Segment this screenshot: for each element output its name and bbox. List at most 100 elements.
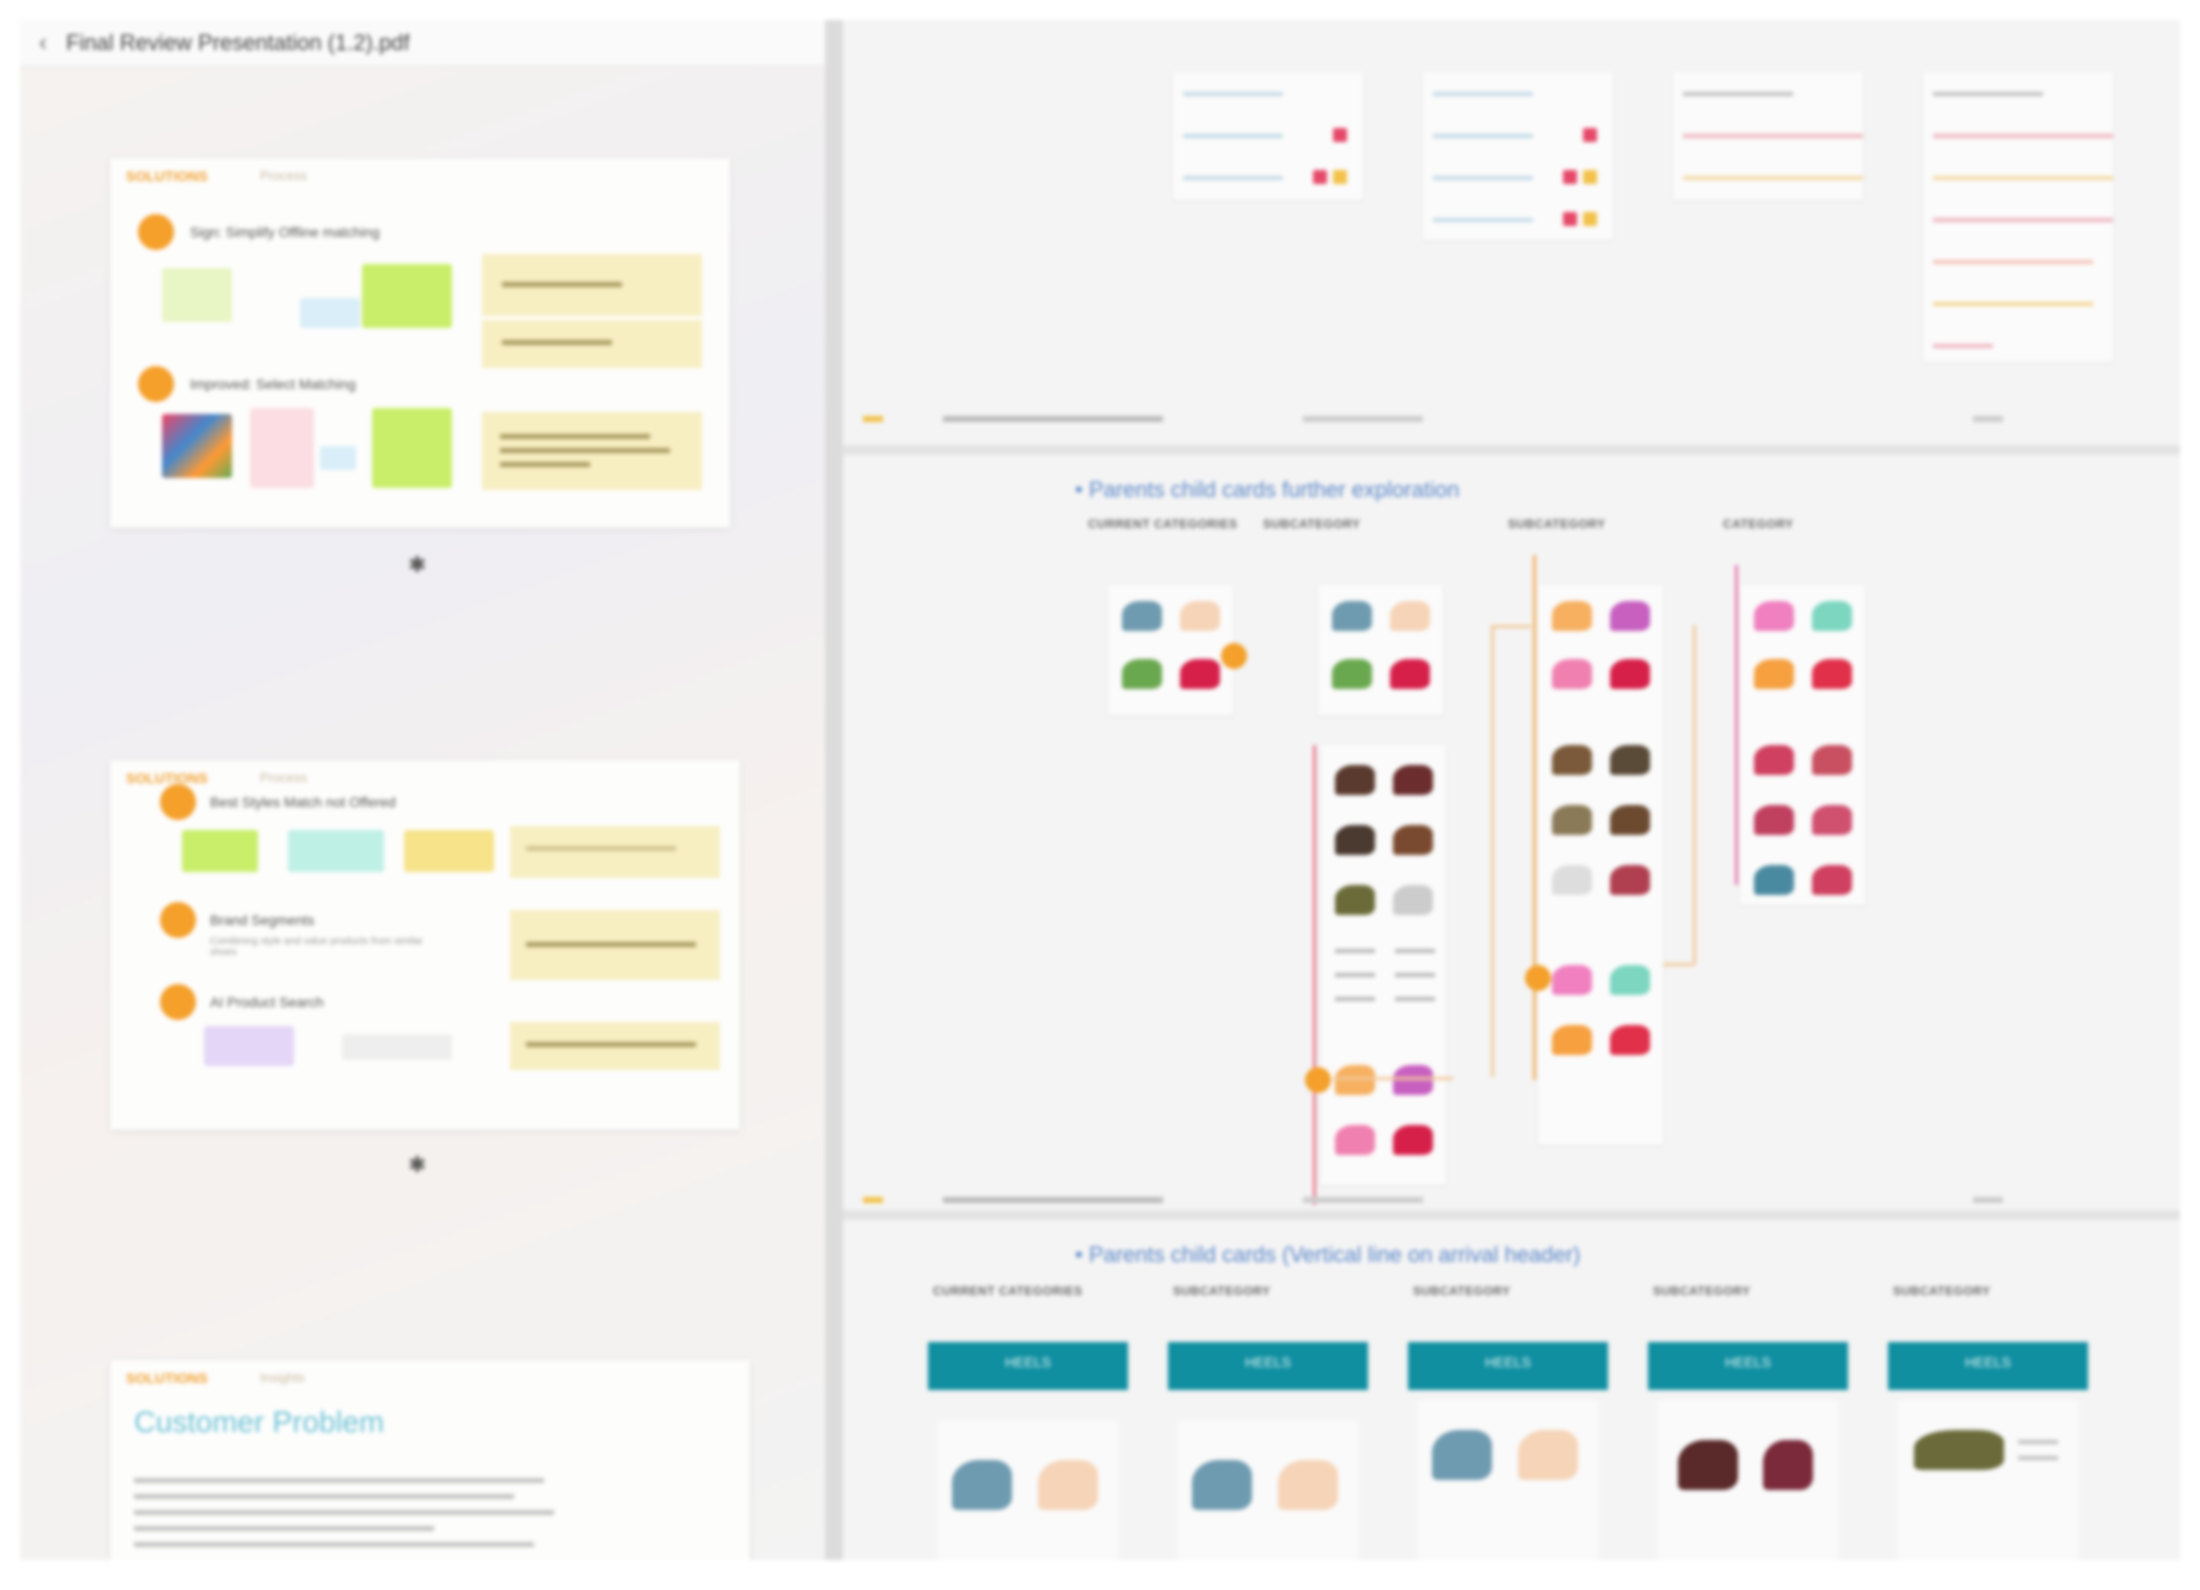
category-header[interactable]: HEELS — [928, 1342, 1128, 1390]
product-image — [1552, 805, 1592, 835]
product-image — [1914, 1430, 2004, 1470]
connector-line — [1491, 625, 1494, 1077]
product-image — [1122, 601, 1162, 631]
tag-card — [1173, 72, 1363, 200]
column-header: CURRENT CATEGORIES — [933, 1284, 1083, 1298]
column-header: SUBCATEGORY — [1508, 517, 1606, 531]
product-image — [1754, 745, 1794, 775]
product-image — [1180, 659, 1220, 689]
connector-line — [1333, 1077, 1453, 1080]
slide-label: SOLUTIONS — [126, 1370, 208, 1386]
product-image — [1610, 965, 1650, 995]
category-card[interactable] — [1318, 585, 1443, 715]
category-header[interactable]: HEELS — [1408, 1342, 1608, 1390]
connector-line — [1693, 625, 1696, 965]
flow-box — [182, 830, 258, 872]
category-header[interactable]: HEELS — [1168, 1342, 1368, 1390]
product-card[interactable] — [1418, 1400, 1598, 1560]
product-image — [1393, 765, 1433, 795]
product-card[interactable] — [1658, 1400, 1838, 1560]
product-image — [1610, 805, 1650, 835]
slide-thumbnail-1[interactable]: SOLUTIONS Process Sign: Simplify Offline… — [110, 158, 730, 528]
connector-marker — [1525, 965, 1551, 991]
category-header[interactable]: HEELS — [1888, 1342, 2088, 1390]
column-header: SUBCATEGORY — [1653, 1284, 1751, 1298]
section-title: • Parents child cards (Vertical line on … — [1075, 1242, 1581, 1267]
product-image — [1763, 1440, 1813, 1490]
category-card[interactable] — [1321, 745, 1446, 1185]
category-card[interactable] — [1108, 585, 1233, 715]
product-image — [1754, 659, 1794, 689]
product-image — [1552, 745, 1592, 775]
product-image — [1518, 1430, 1578, 1480]
connector-line — [1663, 963, 1693, 966]
product-image — [1610, 1025, 1650, 1055]
product-image — [1754, 601, 1794, 631]
step-text: Sign: Simplify Offline matching — [190, 224, 380, 240]
status-dot — [1563, 170, 1577, 184]
product-image — [1335, 1125, 1375, 1155]
product-image — [1432, 1430, 1492, 1480]
sticky-note — [482, 254, 702, 316]
product-image — [1393, 825, 1433, 855]
product-card[interactable] — [1178, 1420, 1358, 1560]
slide-sublabel: Insights — [260, 1370, 305, 1385]
category-card[interactable] — [1538, 585, 1663, 1145]
flow-box — [250, 408, 314, 488]
product-image — [1552, 659, 1592, 689]
status-dot — [1333, 128, 1347, 142]
chevron-left-icon[interactable]: ‹ — [20, 29, 66, 57]
canvas-section-1[interactable] — [843, 20, 2180, 445]
product-image — [1278, 1460, 1338, 1510]
product-image — [1393, 1125, 1433, 1155]
product-image — [1678, 1440, 1738, 1490]
product-image — [1335, 1065, 1375, 1095]
category-label: HEELS — [1965, 1354, 2011, 1370]
slide-thumbnail-2[interactable]: SOLUTIONS Process Best Styles Match not … — [110, 760, 740, 1130]
step-marker — [160, 902, 196, 938]
step-text: Improved: Select Matching — [190, 376, 356, 392]
status-dot — [1563, 212, 1577, 226]
slide-sublabel: Process — [260, 168, 307, 183]
category-label: HEELS — [1725, 1354, 1771, 1370]
category-card[interactable] — [1740, 585, 1865, 905]
product-image — [1192, 1460, 1252, 1510]
sticky-note — [482, 320, 702, 368]
connector-marker — [1221, 643, 1247, 669]
product-image — [1754, 805, 1794, 835]
text-line — [134, 1478, 544, 1483]
text-line — [134, 1510, 554, 1515]
product-image — [1393, 885, 1433, 915]
product-image — [1552, 965, 1592, 995]
step-text: Brand Segments — [210, 912, 315, 928]
sticky-note — [510, 826, 720, 878]
product-image — [1335, 885, 1375, 915]
left-panel[interactable]: ‹ Final Review Presentation (1.2).pdf SO… — [20, 20, 825, 1560]
panel-divider[interactable] — [825, 20, 843, 1560]
panel-header: ‹ Final Review Presentation (1.2).pdf — [20, 20, 825, 67]
step-marker — [138, 366, 174, 402]
product-card[interactable] — [938, 1420, 1118, 1560]
column-header: SUBCATEGORY — [1173, 1284, 1271, 1298]
connector-line — [1735, 565, 1738, 885]
product-image — [1393, 1065, 1433, 1095]
tag-card — [1423, 72, 1613, 240]
category-label: HEELS — [1485, 1354, 1531, 1370]
product-image — [1390, 659, 1430, 689]
slide-sublabel: Process — [260, 770, 307, 785]
product-image — [1610, 745, 1650, 775]
canvas-section-2[interactable]: • Parents child cards further exploratio… — [843, 455, 2180, 1210]
section-footer — [863, 416, 2163, 422]
category-header[interactable]: HEELS — [1648, 1342, 1848, 1390]
product-image — [1335, 825, 1375, 855]
slide-thumbnail-3[interactable]: SOLUTIONS Insights Customer Problem — [110, 1360, 750, 1560]
sticky-note — [482, 412, 702, 490]
product-card[interactable] — [1898, 1400, 2078, 1560]
product-image — [1812, 865, 1852, 895]
sticky-note — [510, 910, 720, 980]
product-image — [1812, 601, 1852, 631]
flow-box — [288, 830, 384, 872]
category-label: HEELS — [1245, 1354, 1291, 1370]
cursor-icon: ✱ — [408, 552, 427, 577]
canvas-section-3[interactable]: • Parents child cards (Vertical line on … — [843, 1220, 2180, 1560]
